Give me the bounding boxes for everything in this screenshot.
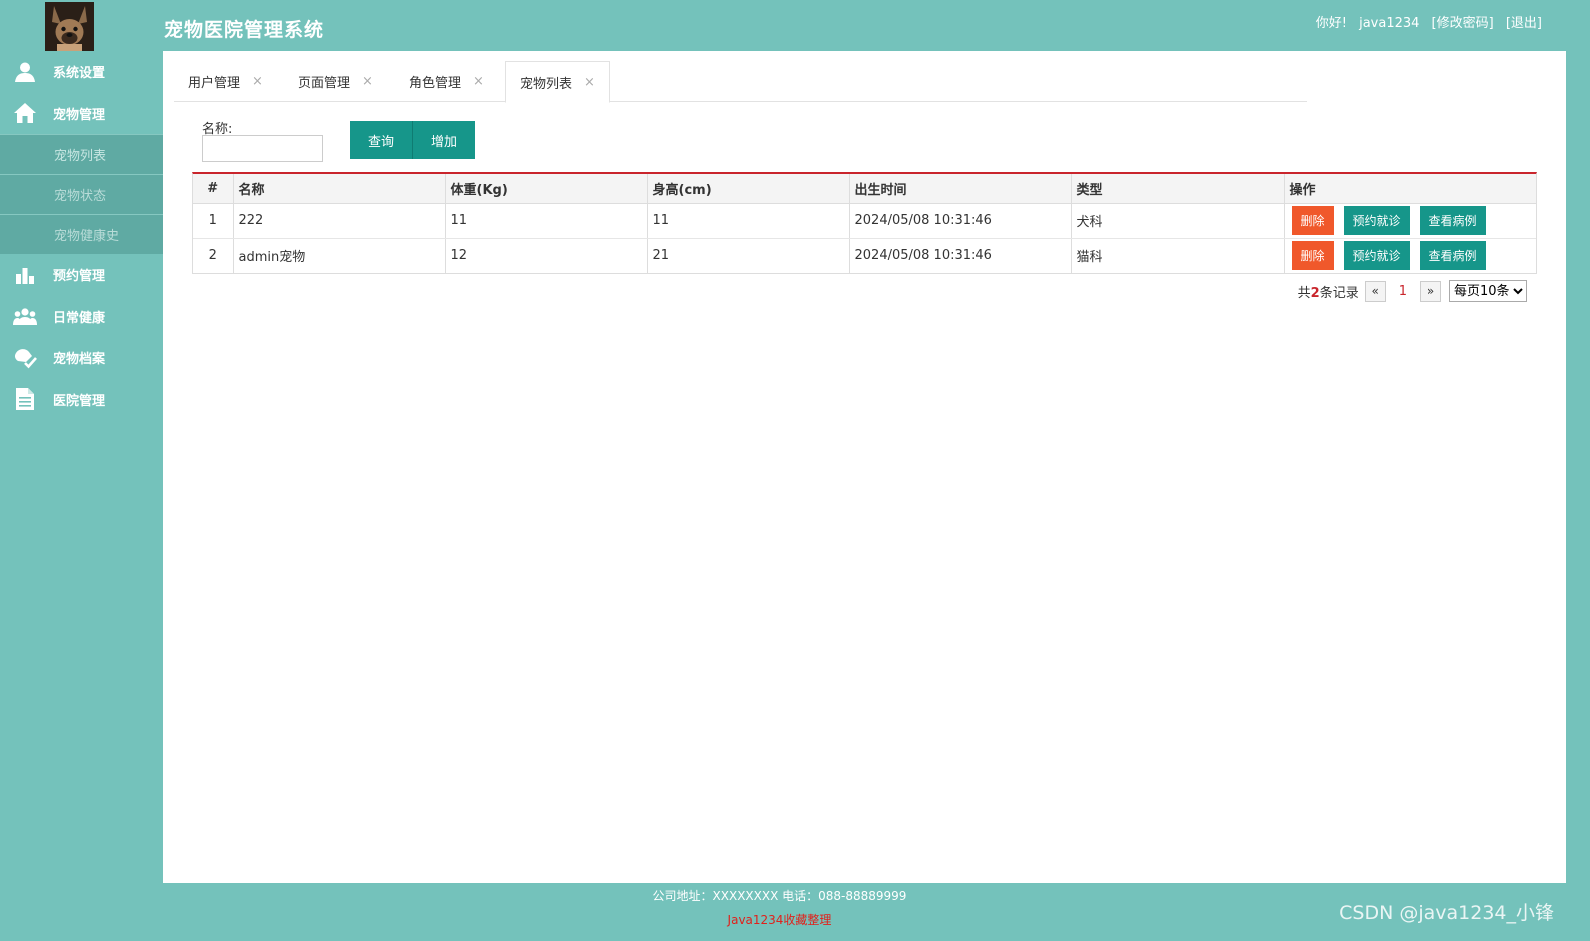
cell-height: 11	[647, 203, 850, 239]
pet-table: # 名称 体重(Kg) 身高(cm) 出生时间 类型 操作 1 222 11 1…	[192, 172, 1537, 274]
cell-birth-time: 2024/05/08 10:31:46	[849, 203, 1072, 239]
sidebar-item-label: 宠物档案	[53, 352, 106, 368]
users-icon	[13, 304, 37, 328]
book-appointment-button[interactable]: 预约就诊	[1343, 206, 1410, 235]
app-title: 宠物医院管理系统	[164, 19, 325, 41]
tab-pet-list[interactable]: 宠物列表 ×	[505, 61, 610, 103]
close-icon[interactable]: ×	[584, 75, 595, 90]
view-records-button[interactable]: 查看病例	[1419, 241, 1486, 271]
delete-button[interactable]: 删除	[1291, 241, 1334, 271]
home-icon	[13, 101, 37, 125]
tab-role-management[interactable]: 角色管理 ×	[409, 61, 484, 102]
close-icon[interactable]: ×	[362, 74, 373, 89]
cell-type: 猫科	[1071, 238, 1285, 273]
sidebar-item-pet-management[interactable]: 宠物管理	[0, 93, 163, 135]
record-count: 共2条记录	[1298, 282, 1359, 301]
column-header-type: 类型	[1071, 174, 1285, 204]
column-header-name: 名称	[233, 174, 446, 204]
pagination: 共2条记录 « 1 » 每页10条	[1298, 280, 1527, 302]
view-records-button[interactable]: 查看病例	[1419, 206, 1486, 235]
header-bar: 宠物医院管理系统 你好! java1234 [修改密码] [退出]	[0, 0, 1590, 51]
cell-index: 2	[193, 238, 234, 273]
tab-label: 用户管理	[188, 76, 241, 91]
sidebar-item-label: 宠物管理	[53, 107, 106, 123]
tab-bar: 用户管理 × 页面管理 × 角色管理 × 宠物列表 ×	[174, 61, 1307, 103]
tab-label: 宠物列表	[520, 76, 573, 92]
column-header-height: 身高(cm)	[647, 174, 850, 204]
cell-birth-time: 2024/05/08 10:31:46	[849, 238, 1072, 273]
column-header-weight: 体重(Kg)	[445, 174, 648, 204]
footer-address: 公司地址：XXXXXXXX 电话：088-88889999	[652, 889, 907, 903]
footer-credit: Java1234收藏整理	[727, 913, 832, 927]
tab-user-management[interactable]: 用户管理 ×	[188, 61, 263, 102]
tab-label: 角色管理	[409, 76, 462, 91]
sidebar-item-system-settings[interactable]: 系统设置	[0, 51, 163, 93]
table-header-row: # 名称 体重(Kg) 身高(cm) 出生时间 类型 操作	[193, 174, 1536, 204]
record-count-prefix: 共	[1297, 285, 1311, 301]
sidebar-item-daily-health[interactable]: 日常健康	[0, 296, 163, 338]
column-header-birth-time: 出生时间	[849, 174, 1072, 204]
prev-page-button[interactable]: «	[1364, 280, 1386, 302]
close-icon[interactable]: ×	[252, 74, 263, 89]
sidebar-item-label: 预约管理	[53, 269, 106, 285]
sidebar-subitem-pet-health-history[interactable]: 宠物健康史	[0, 214, 163, 254]
user-info: 你好! java1234 [修改密码] [退出]	[1316, 12, 1542, 31]
filter-button-group: 查询 增加	[350, 121, 476, 159]
cell-weight: 11	[445, 203, 648, 239]
column-header-actions: 操作	[1284, 174, 1536, 204]
cell-actions: 删除 预约就诊 查看病例	[1284, 203, 1536, 239]
next-page-button[interactable]: »	[1420, 280, 1441, 302]
sidebar-item-label: 日常健康	[53, 310, 106, 326]
current-page-number[interactable]: 1	[1399, 284, 1407, 299]
table-row: 1 222 11 11 2024/05/08 10:31:46 犬科 删除 预约…	[193, 203, 1536, 239]
logout-link[interactable]: [退出]	[1506, 16, 1542, 31]
record-count-suffix: 条记录	[1319, 285, 1359, 301]
cell-type: 犬科	[1071, 203, 1285, 239]
page-size-select[interactable]: 每页10条	[1449, 280, 1527, 302]
sidebar-item-label: 系统设置	[53, 66, 106, 82]
cell-weight: 12	[445, 238, 648, 273]
cell-actions: 删除 预约就诊 查看病例	[1284, 238, 1536, 273]
tab-page-management[interactable]: 页面管理 ×	[298, 61, 373, 102]
cell-index: 1	[193, 203, 234, 239]
sidebar-subitem-pet-list[interactable]: 宠物列表	[0, 134, 163, 174]
bar-chart-icon	[13, 263, 37, 287]
delete-button[interactable]: 删除	[1291, 206, 1334, 235]
sidebar-subitem-pet-status[interactable]: 宠物状态	[0, 174, 163, 214]
query-button[interactable]: 查询	[350, 121, 413, 159]
cell-name: admin宠物	[233, 238, 446, 273]
main-content: 用户管理 × 页面管理 × 角色管理 × 宠物列表 × 名称: 查询 增加 #	[163, 51, 1566, 883]
column-header-index: #	[193, 174, 234, 204]
cell-name: 222	[233, 203, 446, 239]
username-text: java1234	[1359, 16, 1420, 31]
sidebar-item-appointment-management[interactable]: 预约管理	[0, 254, 163, 296]
cell-height: 21	[647, 238, 850, 273]
sidebar: 系统设置 宠物管理 宠物列表 宠物状态 宠物健康史 预约管理 日常健康 宠物档案…	[0, 51, 163, 896]
tab-label: 页面管理	[298, 76, 351, 91]
change-password-link[interactable]: [修改密码]	[1432, 16, 1494, 31]
user-icon	[13, 60, 37, 84]
add-button[interactable]: 增加	[412, 121, 476, 159]
table-row: 2 admin宠物 12 21 2024/05/08 10:31:46 猫科 删…	[193, 238, 1536, 273]
close-icon[interactable]: ×	[473, 74, 484, 89]
document-icon	[13, 387, 37, 411]
sidebar-item-pet-archive[interactable]: 宠物档案	[0, 337, 163, 379]
paw-check-icon	[13, 346, 37, 370]
greeting-text: 你好!	[1315, 16, 1347, 31]
sidebar-item-hospital-management[interactable]: 医院管理	[0, 379, 163, 421]
sidebar-item-label: 医院管理	[53, 393, 106, 409]
book-appointment-button[interactable]: 预约就诊	[1343, 241, 1410, 271]
name-filter-input[interactable]	[202, 135, 323, 162]
record-count-number: 2	[1310, 285, 1320, 301]
pet-logo	[45, 2, 94, 51]
csdn-watermark: CSDN @java1234_小锋	[1339, 902, 1554, 924]
